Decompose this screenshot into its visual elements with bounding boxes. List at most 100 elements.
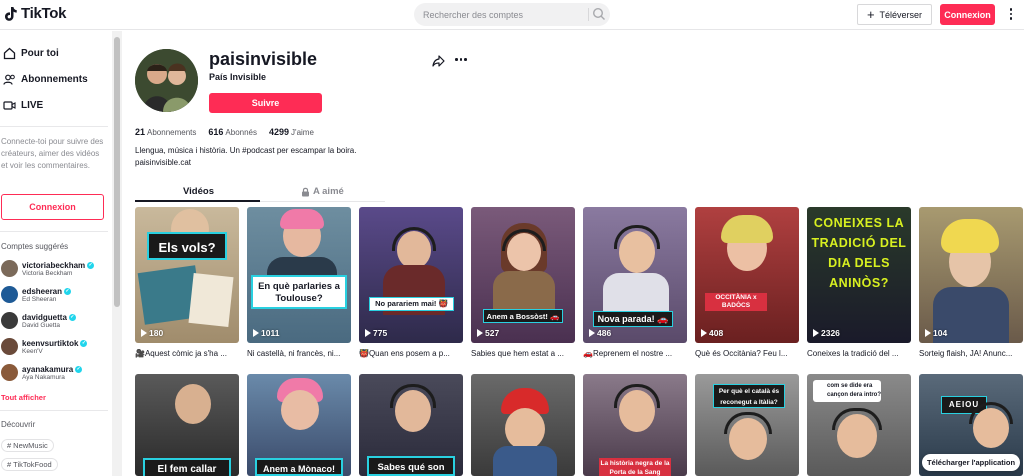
verified-icon: ✓ [75, 365, 83, 373]
video-thumbnail[interactable]: Nova parada! 🚗 486 [583, 207, 687, 343]
video-description[interactable]: 👹Quan ens posem a p... [359, 349, 463, 358]
video-description[interactable]: Coneixes la tradició del ... [807, 349, 911, 358]
search-input[interactable] [423, 6, 583, 23]
scrollbar-thumb[interactable] [114, 37, 120, 307]
avatar [1, 338, 18, 355]
play-icon [701, 329, 707, 337]
sidebar-scrollbar[interactable] [112, 31, 122, 476]
nav-item-live[interactable]: LIVE [3, 99, 43, 112]
more-vertical-icon[interactable] [1004, 6, 1018, 22]
likes-stat: 4299 J'aime [269, 127, 314, 137]
view-count: 1011 [253, 328, 279, 338]
video-caption: No parariem mai! 👹 [369, 297, 454, 311]
hashtag-icon: # [7, 441, 12, 450]
video-thumbnail[interactable]: En què parlaries a Toulouse? 1011 [247, 207, 351, 343]
video-thumbnail[interactable]: CONEIXES LA TRADICIÓ DEL DIA DELS ANINÒS… [807, 207, 911, 343]
nav-label: LIVE [21, 100, 44, 111]
search-icon[interactable] [592, 7, 606, 21]
video-thumbnail[interactable]: El fem callar [135, 374, 239, 476]
live-icon [3, 101, 16, 110]
top-header: TikTok + Téléverser Connexion [0, 0, 1024, 30]
tag-label: NewMusic [13, 441, 48, 450]
play-icon [589, 329, 595, 337]
suggested-account[interactable]: edsheeran ✓ Ed Sheeran [1, 286, 72, 303]
profile-avatar [135, 49, 198, 112]
video-caption: OCCITÀNIA x BADÒCS [705, 293, 767, 311]
video-thumbnail[interactable]: 104 [919, 207, 1023, 343]
video-caption: Per què el català és reconegut a Itàlia? [713, 384, 785, 408]
discover-heading: Découvrir [1, 420, 36, 429]
view-count: 527 [477, 328, 499, 338]
discover-tag[interactable]: # TikTokFood [1, 458, 58, 471]
upload-button[interactable]: + Téléverser [857, 4, 932, 25]
suggested-account[interactable]: ayanakamura ✓ Aya Nakamura [1, 364, 83, 381]
username: keenvsurtiktok [22, 338, 79, 348]
suggested-account[interactable]: davidguetta ✓ David Guetta [1, 312, 76, 329]
nav-item-following[interactable]: Abonnements [3, 73, 88, 86]
follow-button[interactable]: Suivre [209, 93, 322, 113]
avatar [1, 364, 18, 381]
view-count: 408 [701, 328, 723, 338]
suggested-account[interactable]: victoriabeckham ✓ Victoria Beckham [1, 260, 95, 277]
plus-icon: + [866, 6, 875, 22]
sidebar-divider [0, 231, 108, 232]
play-icon [477, 329, 483, 337]
video-description[interactable]: 🚗Reprenem el nostre ... [583, 349, 687, 358]
video-description[interactable]: 🎥Aquest còmic ja s'ha ... [135, 349, 239, 358]
video-thumbnail[interactable]: Anem a Bossòst! 🚗 527 [471, 207, 575, 343]
video-thumbnail[interactable] [471, 374, 575, 476]
tab-liked[interactable]: A aimé [301, 186, 344, 197]
tag-label: TikTokFood [13, 460, 52, 469]
video-thumbnail[interactable]: com se dide era cançon dera intro? [807, 374, 911, 476]
sidebar-login-button[interactable]: Connexion [1, 194, 104, 220]
lock-icon [302, 187, 309, 196]
video-description[interactable]: Sorteig flaish, JA! Anunc... [919, 349, 1023, 358]
play-icon [365, 329, 371, 337]
video-thumbnail[interactable]: La història negra de la Porta de la Sang [583, 374, 687, 476]
bio-link[interactable]: paisinvisible.cat [135, 157, 356, 169]
video-thumbnail[interactable]: OCCITÀNIA x BADÒCS 408 [695, 207, 799, 343]
video-caption: Els vols? [147, 232, 227, 260]
suggested-account[interactable]: keenvsurtiktok ✓ Keen'V [1, 338, 88, 355]
following-stat[interactable]: 21 Abonnements [135, 127, 196, 137]
video-thumbnail[interactable]: Sabes qué son [359, 374, 463, 476]
share-icon[interactable] [432, 55, 445, 67]
video-description[interactable]: Sabies que hem estat a ... [471, 349, 575, 358]
tab-videos[interactable]: Vidéos [183, 186, 214, 197]
video-description[interactable]: Ni castellà, ni francès, ni... [247, 349, 351, 358]
search-bar[interactable] [414, 3, 610, 26]
discover-tag[interactable]: # NewMusic [1, 439, 54, 452]
logo-text: TikTok [21, 5, 67, 22]
avatar [1, 260, 18, 277]
video-thumbnail[interactable]: Anem a Mònaco! [247, 374, 351, 476]
profile-username: paisinvisible [209, 49, 318, 69]
login-button[interactable]: Connexion [940, 4, 995, 25]
search-divider [588, 8, 589, 21]
video-caption: Sabes qué son [367, 456, 455, 476]
username: edsheeran [22, 286, 63, 296]
tiktok-logo[interactable]: TikTok [4, 5, 66, 22]
view-count: 104 [925, 328, 947, 338]
video-thumbnail[interactable]: Els vols? 180 [135, 207, 239, 343]
display-name: Victoria Beckham [22, 269, 73, 277]
video-description[interactable]: Què és Occitània? Feu l... [695, 349, 799, 358]
display-name: Ed Sheeran [22, 295, 57, 303]
play-icon [253, 329, 259, 337]
avatar [1, 286, 18, 303]
upload-label: Téléverser [879, 9, 923, 20]
download-app-button[interactable]: Télécharger l'application [922, 454, 1020, 471]
bio-text: Llengua, música i història. Un #podcast … [135, 146, 357, 155]
video-thumbnail[interactable]: Per què el català és reconegut a Itàlia? [695, 374, 799, 476]
username: victoriabeckham [22, 260, 86, 270]
tab-liked-label: A aimé [313, 186, 344, 197]
video-thumbnail[interactable]: No parariem mai! 👹 775 [359, 207, 463, 343]
profile-stats: 21 Abonnements 616 Abonnés 4299 J'aime [135, 127, 314, 137]
see-all-link[interactable]: Tout afficher [1, 393, 46, 402]
nav-item-for-you[interactable]: Pour toi [3, 47, 59, 60]
display-name: David Guetta [22, 321, 60, 329]
followers-stat[interactable]: 616 Abonnés [208, 127, 257, 137]
view-count: 2326 [813, 328, 840, 338]
more-horizontal-icon[interactable] [455, 58, 467, 61]
play-icon [925, 329, 931, 337]
view-count: 486 [589, 328, 611, 338]
